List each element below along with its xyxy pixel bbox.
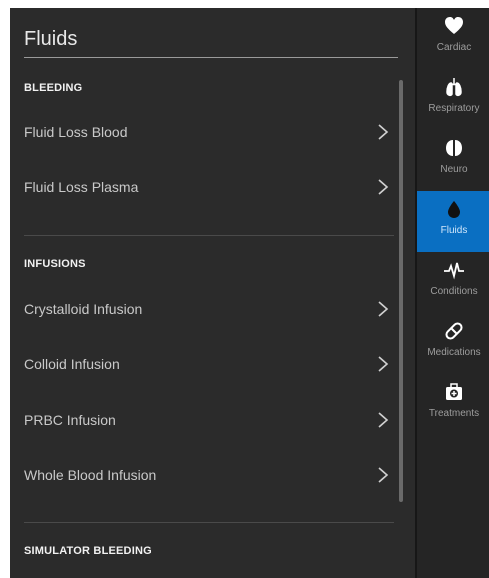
scrollbar[interactable] bbox=[399, 80, 403, 502]
nav-label: Neuro bbox=[440, 164, 468, 175]
list-item-crystalloid-infusion[interactable]: Crystalloid Infusion bbox=[10, 289, 400, 329]
list-item-label: PRBC Infusion bbox=[24, 412, 116, 428]
section-divider bbox=[24, 522, 394, 523]
list-item-label: Whole Blood Infusion bbox=[24, 467, 157, 483]
section-heading-simulator-bleeding: SIMULATOR BLEEDING bbox=[24, 545, 152, 557]
section-heading-infusions: INFUSIONS bbox=[24, 258, 86, 270]
nav-conditions[interactable]: Conditions bbox=[417, 252, 489, 313]
nav-respiratory[interactable]: Respiratory bbox=[417, 69, 489, 130]
list-item-fluid-loss-blood[interactable]: Fluid Loss Blood bbox=[10, 112, 400, 152]
nav-label: Conditions bbox=[430, 286, 478, 297]
section-divider bbox=[24, 235, 394, 236]
nav-medications[interactable]: Medications bbox=[417, 313, 489, 374]
list-item-label: Crystalloid Infusion bbox=[24, 301, 143, 317]
list-item-whole-blood-infusion[interactable]: Whole Blood Infusion bbox=[10, 455, 400, 495]
page-title: Fluids bbox=[24, 28, 78, 50]
heart-icon bbox=[445, 17, 463, 34]
chevron-right-icon bbox=[378, 356, 389, 372]
chevron-right-icon bbox=[378, 179, 389, 195]
app-window: Fluids BLEEDING Fluid Loss Blood Fluid L… bbox=[10, 8, 489, 578]
lungs-icon bbox=[446, 78, 462, 97]
chevron-right-icon bbox=[378, 412, 389, 428]
list-item-colloid-infusion[interactable]: Colloid Infusion bbox=[10, 344, 400, 384]
drop-icon bbox=[448, 201, 460, 218]
chevron-right-icon bbox=[378, 124, 389, 140]
chevron-right-icon bbox=[378, 467, 389, 483]
list-item-label: Fluid Loss Plasma bbox=[24, 179, 139, 195]
nav-cardiac[interactable]: Cardiac bbox=[417, 8, 489, 69]
brain-icon bbox=[446, 140, 462, 156]
fluids-panel: Fluids BLEEDING Fluid Loss Blood Fluid L… bbox=[10, 8, 414, 578]
section-heading-bleeding: BLEEDING bbox=[24, 82, 83, 94]
nav-neuro[interactable]: Neuro bbox=[417, 130, 489, 191]
pill-icon bbox=[445, 322, 463, 340]
nav-label: Fluids bbox=[440, 225, 468, 236]
nav-label: Medications bbox=[427, 347, 481, 358]
nav-fluids[interactable]: Fluids bbox=[417, 191, 489, 252]
list-item-label: Colloid Infusion bbox=[24, 356, 120, 372]
nav-treatments[interactable]: Treatments bbox=[417, 374, 489, 435]
chevron-right-icon bbox=[378, 301, 389, 317]
nav-label: Cardiac bbox=[436, 42, 472, 53]
nav-label: Treatments bbox=[428, 408, 480, 419]
category-rail: Cardiac Respiratory Neuro Fluids Conditi… bbox=[415, 8, 489, 578]
list-item-prbc-infusion[interactable]: PRBC Infusion bbox=[10, 400, 400, 440]
list-item-label: Fluid Loss Blood bbox=[24, 124, 128, 140]
list-item-fluid-loss-plasma[interactable]: Fluid Loss Plasma bbox=[10, 167, 400, 207]
nav-label: Respiratory bbox=[428, 103, 480, 114]
medkit-icon bbox=[446, 383, 462, 400]
pulse-icon bbox=[444, 262, 464, 280]
title-divider bbox=[24, 57, 398, 58]
